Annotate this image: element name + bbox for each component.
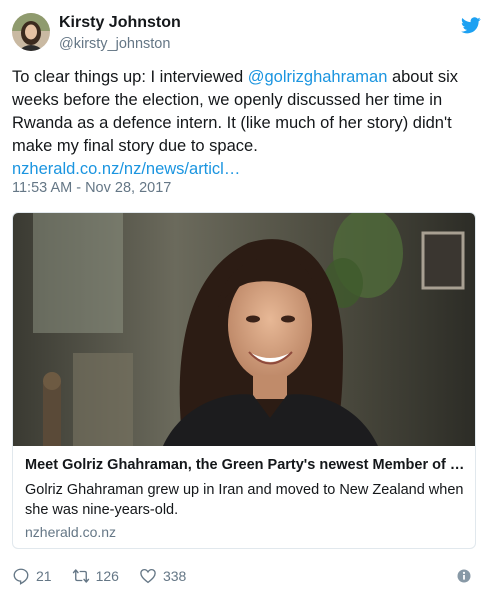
like-count: 338 xyxy=(162,568,187,584)
action-bar: 21 126 338 xyxy=(12,566,206,586)
tweet-text-part: To clear things up: I interviewed xyxy=(12,68,248,86)
tweet-embed: Kirsty Johnston @kirsty_johnston To clea… xyxy=(0,0,498,600)
reply-count: 21 xyxy=(36,568,52,584)
retweet-count: 126 xyxy=(95,568,119,584)
card-title[interactable]: Meet Golriz Ghahraman, the Green Party's… xyxy=(25,457,465,473)
retweet-icon xyxy=(72,569,89,583)
article-link[interactable]: nzherald.co.nz/nz/news/articl… xyxy=(12,160,240,178)
card-image[interactable] xyxy=(13,213,475,446)
mention-link[interactable]: @golrizghahraman xyxy=(248,68,388,86)
card-description: Golriz Ghahraman grew up in Iran and mov… xyxy=(25,482,464,518)
author-name[interactable]: Kirsty Johnston xyxy=(59,14,181,32)
heart-icon xyxy=(140,568,156,584)
reply-icon xyxy=(13,568,29,585)
reply-button[interactable]: 21 xyxy=(12,567,52,585)
avatar[interactable] xyxy=(12,13,50,51)
like-button[interactable]: 338 xyxy=(139,567,186,585)
timestamp[interactable]: 11:53 AM - Nov 28, 2017 xyxy=(12,180,171,196)
link-card[interactable]: Meet Golriz Ghahraman, the Green Party's… xyxy=(12,212,476,549)
card-domain[interactable]: nzherald.co.nz xyxy=(25,524,116,540)
author-handle[interactable]: @kirsty_johnston xyxy=(59,36,170,52)
retweet-button[interactable]: 126 xyxy=(72,567,119,585)
info-icon[interactable] xyxy=(457,569,471,583)
twitter-bird-icon[interactable] xyxy=(461,17,481,34)
tweet-text: To clear things up: I interviewed @golri… xyxy=(12,66,490,181)
